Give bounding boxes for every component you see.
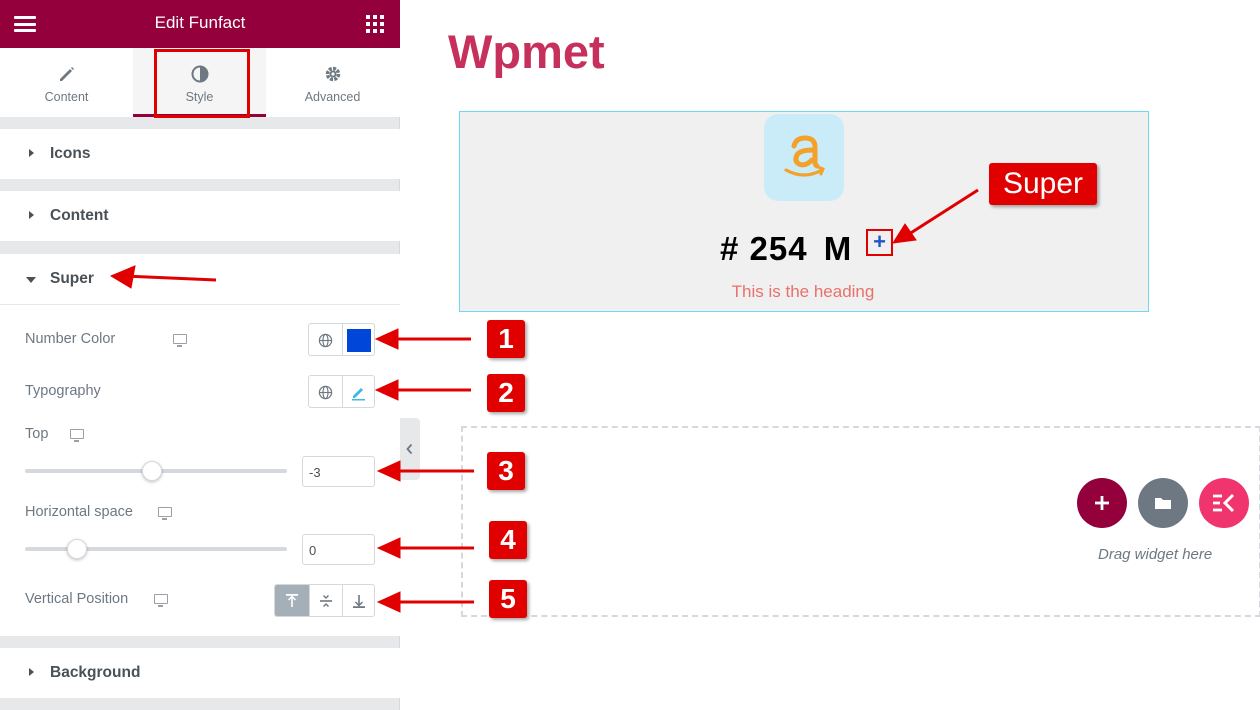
annotation-number-5: 5 bbox=[489, 580, 527, 618]
annotation-arrows bbox=[109, 188, 979, 613]
annotation-number-4: 4 bbox=[489, 521, 527, 559]
super-annotation-label: Super bbox=[989, 163, 1097, 205]
annotation-number-3: 3 bbox=[487, 452, 525, 490]
annotation-number-2: 2 bbox=[487, 374, 525, 412]
annotation-number-1: 1 bbox=[487, 320, 525, 358]
